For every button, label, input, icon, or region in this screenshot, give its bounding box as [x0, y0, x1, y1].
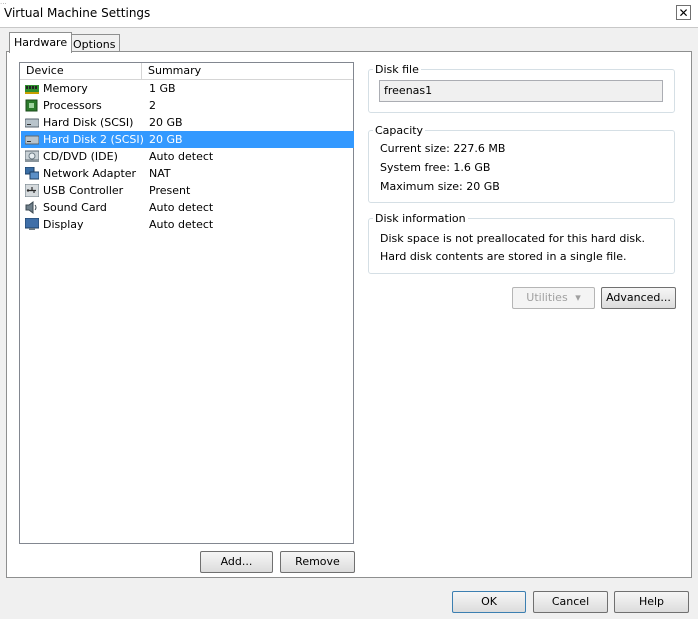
- hard-disk-icon: [25, 135, 39, 145]
- device-summary: 1 GB: [149, 82, 176, 95]
- help-button[interactable]: Help: [614, 591, 689, 613]
- hard-disk-icon: [25, 118, 39, 128]
- list-header: Device Summary: [20, 63, 353, 80]
- device-row-cd-dvd[interactable]: CD/DVD (IDE) Auto detect: [21, 148, 354, 165]
- disk-file-label: Disk file: [373, 63, 421, 76]
- add-button[interactable]: Add...: [200, 551, 273, 573]
- device-name: Hard Disk 2 (SCSI): [43, 133, 144, 146]
- device-name: USB Controller: [43, 184, 124, 197]
- device-row-hard-disk-2[interactable]: Hard Disk 2 (SCSI) 20 GB: [21, 131, 354, 148]
- column-header-summary-label: Summary: [148, 64, 202, 77]
- remove-button[interactable]: Remove: [280, 551, 355, 573]
- device-summary: 20 GB: [149, 133, 183, 146]
- device-name: CD/DVD (IDE): [43, 150, 118, 163]
- chevron-down-icon: ▾: [575, 291, 581, 304]
- disk-file-field[interactable]: freenas1: [379, 80, 663, 102]
- advanced-button[interactable]: Advanced...: [601, 287, 676, 309]
- tab-hardware[interactable]: Hardware: [9, 32, 73, 53]
- device-name: Sound Card: [43, 201, 107, 214]
- capacity-label: Capacity: [373, 124, 426, 137]
- close-icon: ✕: [678, 6, 689, 20]
- tab-hardware-label: Hardware: [14, 36, 68, 49]
- close-button[interactable]: ✕: [676, 5, 691, 20]
- network-adapter-icon: [25, 167, 39, 180]
- device-name: Hard Disk (SCSI): [43, 116, 134, 129]
- processor-icon: [25, 99, 38, 112]
- device-summary: Auto detect: [149, 201, 214, 214]
- device-summary: Present: [149, 184, 191, 197]
- title-bar: ... Virtual Machine Settings ✕: [0, 0, 698, 27]
- device-row-network-adapter[interactable]: Network Adapter NAT: [21, 165, 354, 182]
- device-name: Processors: [43, 99, 102, 112]
- usb-icon: [25, 184, 39, 197]
- system-free-text: System free: 1.6 GB: [380, 161, 491, 174]
- sound-card-icon: [25, 201, 37, 214]
- device-row-processors[interactable]: Processors 2: [21, 97, 354, 114]
- device-row-memory[interactable]: Memory 1 GB: [21, 80, 354, 97]
- display-icon: [25, 218, 39, 230]
- maximum-size-text: Maximum size: 20 GB: [380, 180, 500, 193]
- device-name: Network Adapter: [43, 167, 137, 180]
- utilities-button[interactable]: Utilities ▾: [512, 287, 595, 309]
- device-row-display[interactable]: Display Auto detect: [21, 216, 354, 233]
- device-name: Display: [43, 218, 84, 231]
- column-header-summary[interactable]: Summary: [142, 63, 353, 79]
- current-size-text: Current size: 227.6 MB: [380, 142, 506, 155]
- device-row-sound-card[interactable]: Sound Card Auto detect: [21, 199, 354, 216]
- capacity-group: Capacity Current size: 227.6 MB System f…: [368, 124, 675, 203]
- disk-information-label: Disk information: [373, 212, 468, 225]
- column-header-device-label: Device: [26, 64, 64, 77]
- device-list[interactable]: Device Summary Memory 1 GB Processors 2 …: [19, 62, 354, 544]
- device-row-hard-disk[interactable]: Hard Disk (SCSI) 20 GB: [21, 114, 354, 131]
- tab-options-label: Options: [73, 38, 116, 51]
- disk-info-line-2: Hard disk contents are stored in a singl…: [380, 250, 627, 263]
- device-summary: 20 GB: [149, 116, 183, 129]
- disk-file-group: Disk file freenas1: [368, 63, 675, 113]
- disk-info-line-1: Disk space is not preallocated for this …: [380, 232, 645, 245]
- memory-icon: [25, 85, 39, 94]
- window-title: Virtual Machine Settings: [4, 6, 151, 20]
- device-row-usb-controller[interactable]: USB Controller Present: [21, 182, 354, 199]
- utilities-label: Utilities: [526, 291, 568, 304]
- device-name: Memory: [43, 82, 88, 95]
- device-summary: NAT: [149, 167, 171, 180]
- disk-information-group: Disk information Disk space is not preal…: [368, 212, 675, 274]
- cancel-button[interactable]: Cancel: [533, 591, 608, 613]
- column-header-device[interactable]: Device: [20, 63, 142, 79]
- device-summary: Auto detect: [149, 218, 214, 231]
- device-summary: 2: [149, 99, 156, 112]
- device-summary: Auto detect: [149, 150, 214, 163]
- ok-button[interactable]: OK: [452, 591, 526, 613]
- cd-dvd-icon: [25, 150, 39, 162]
